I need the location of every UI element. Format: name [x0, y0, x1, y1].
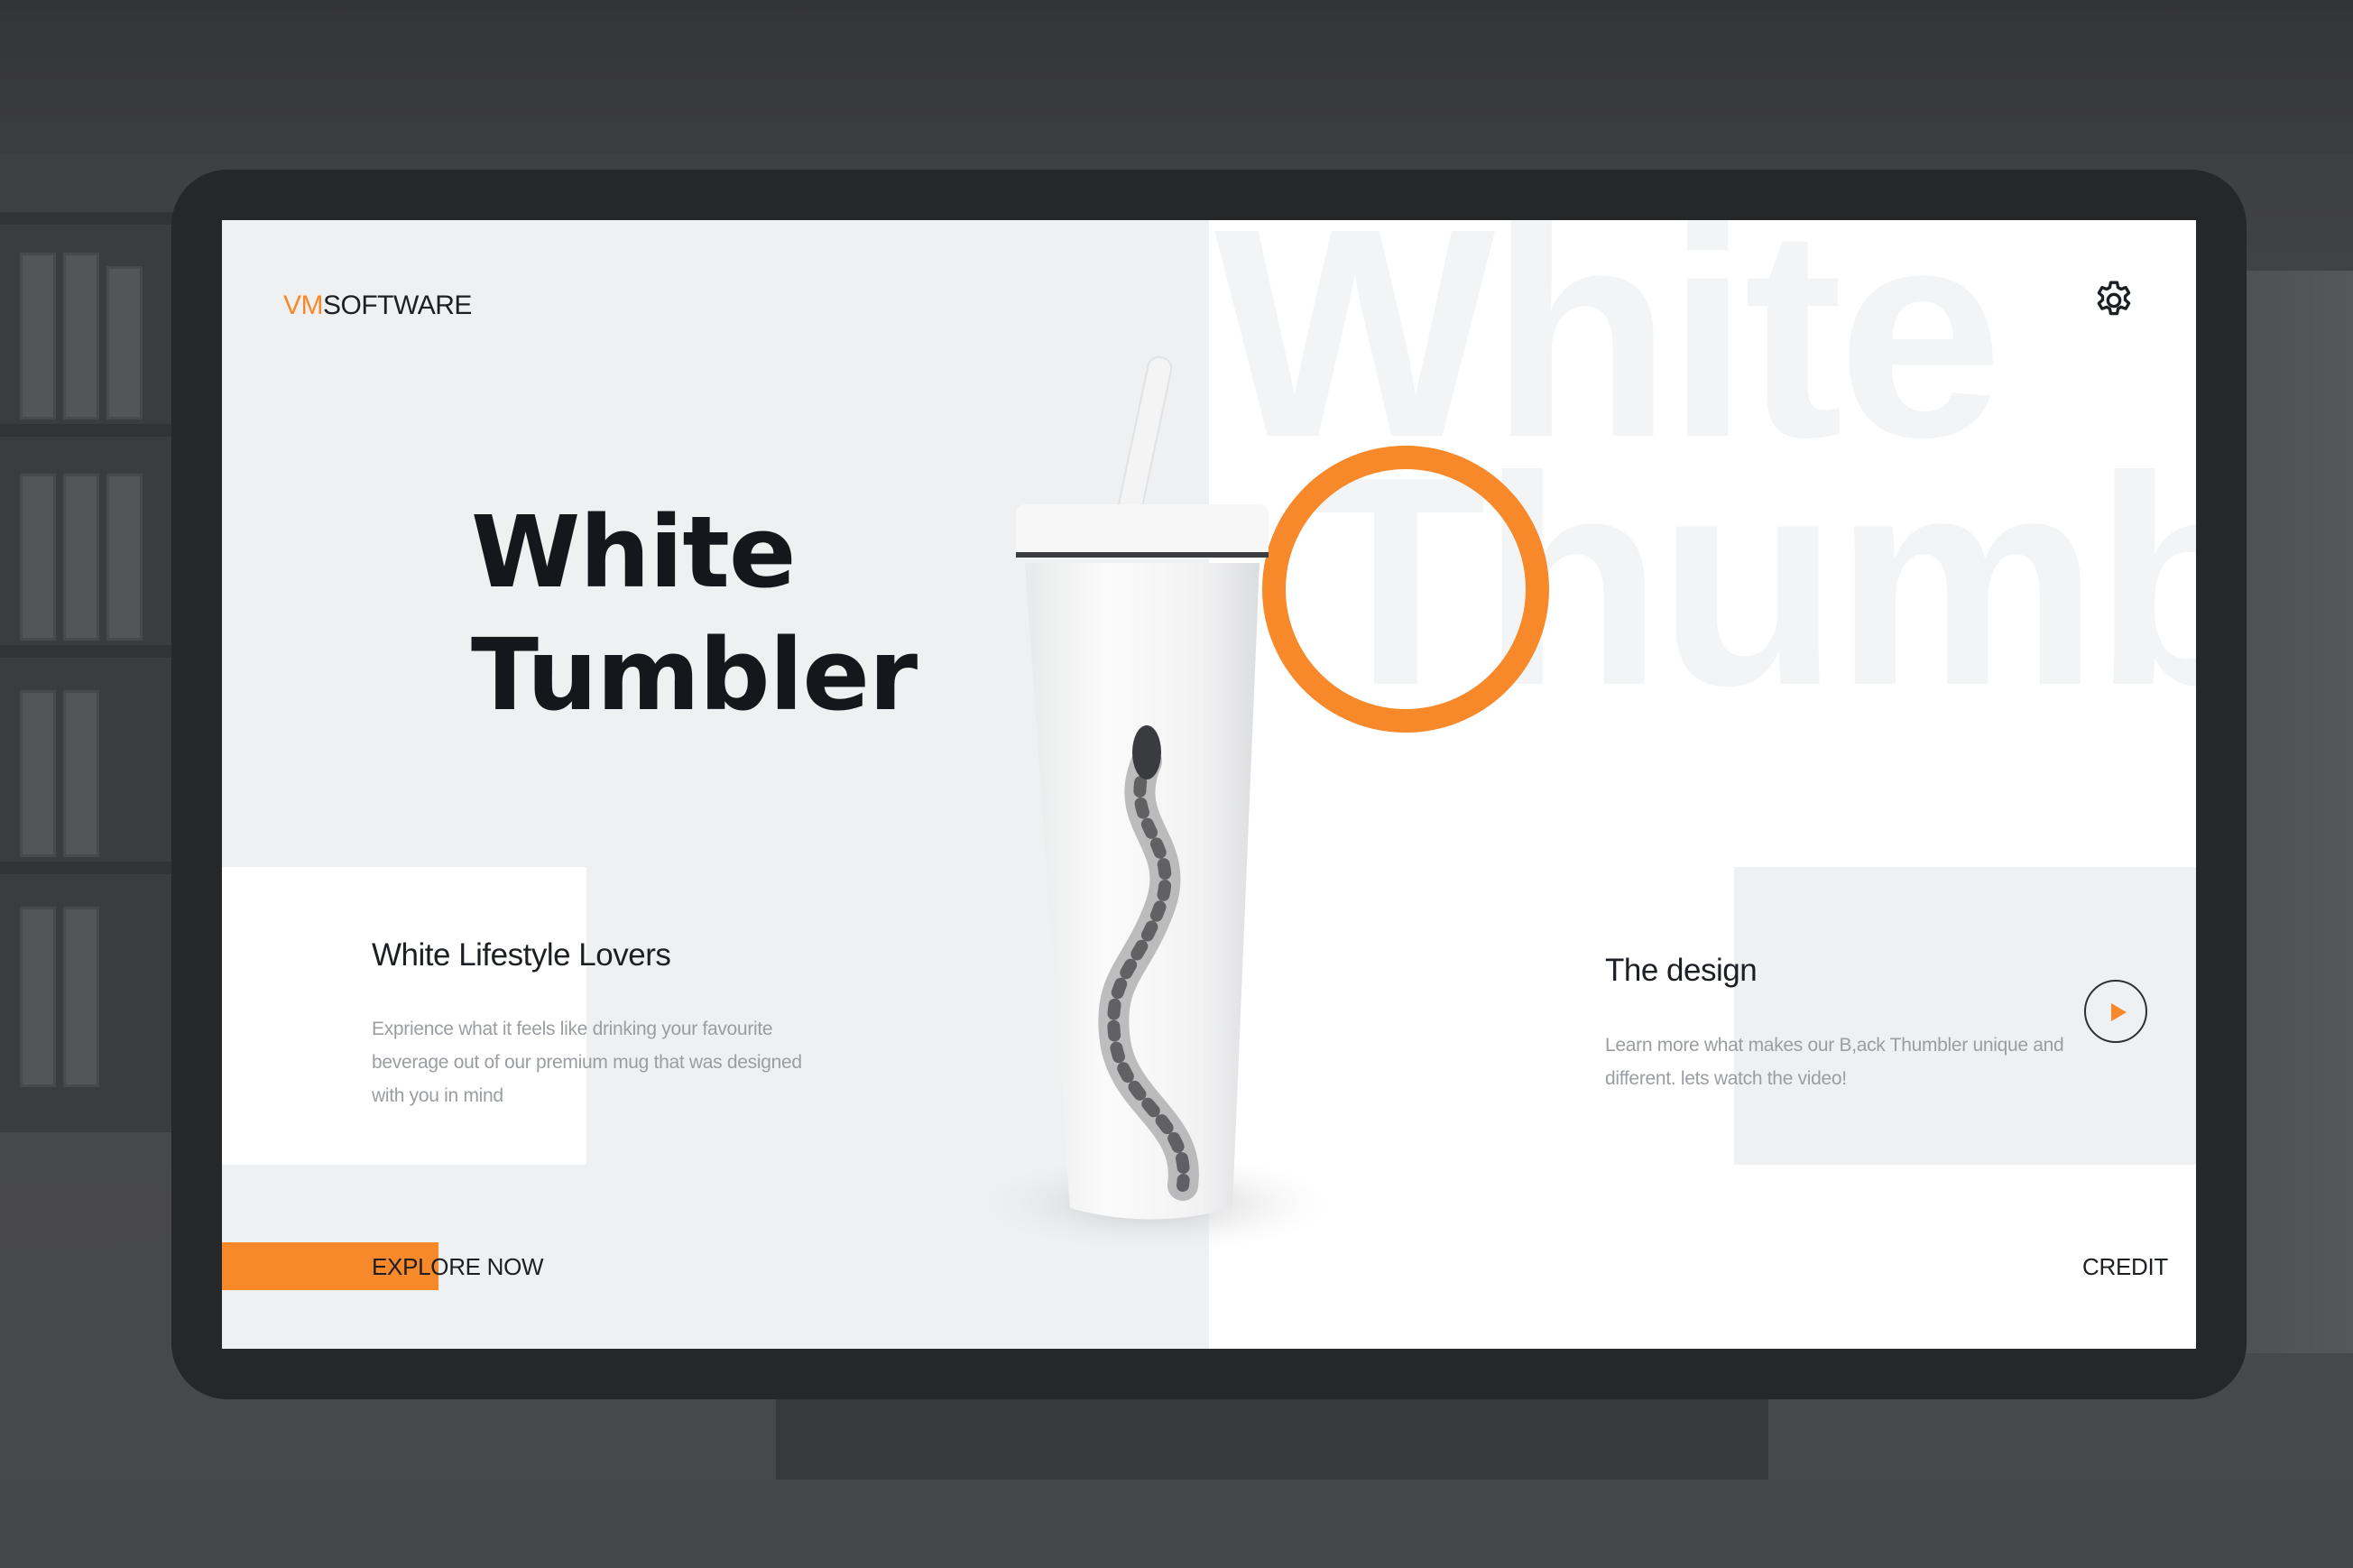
play-icon: [2111, 1003, 2127, 1021]
logo-accent: VM: [283, 291, 324, 320]
lifestyle-text-line3: with you in mind: [372, 1085, 503, 1106]
design-text-line1: Learn more what makes our B,ack Thumbler…: [1605, 1035, 2064, 1056]
design-description: Learn more what makes our B,ack Thumbler…: [1605, 1028, 2074, 1095]
tumbler-image: [971, 355, 1332, 1253]
play-video-button[interactable]: [2084, 980, 2147, 1043]
landing-screen: White Thumble VMSOFTWARE White Tumbler: [222, 220, 2196, 1349]
lifestyle-text-line2: beverage out of our premium mug that was…: [372, 1052, 802, 1073]
design-text-line2: different. lets watch the video!: [1605, 1068, 1847, 1089]
gear-icon[interactable]: [2091, 278, 2136, 323]
brand-logo[interactable]: VMSOFTWARE: [283, 291, 472, 321]
lifestyle-description: Exprience what it feels like drinking yo…: [372, 1012, 805, 1112]
background-shelf: [0, 212, 194, 1132]
lifestyle-title: White Lifestyle Lovers: [372, 937, 671, 973]
design-title: The design: [1605, 953, 1758, 988]
background-ceiling: [0, 0, 2353, 153]
lifestyle-text-line1: Exprience what it feels like drinking yo…: [372, 1019, 773, 1039]
credit-button[interactable]: CREDIT: [2082, 1249, 2168, 1285]
explore-now-button[interactable]: EXPLORE NOW: [372, 1249, 544, 1285]
logo-text: SOFTWARE: [323, 291, 472, 320]
